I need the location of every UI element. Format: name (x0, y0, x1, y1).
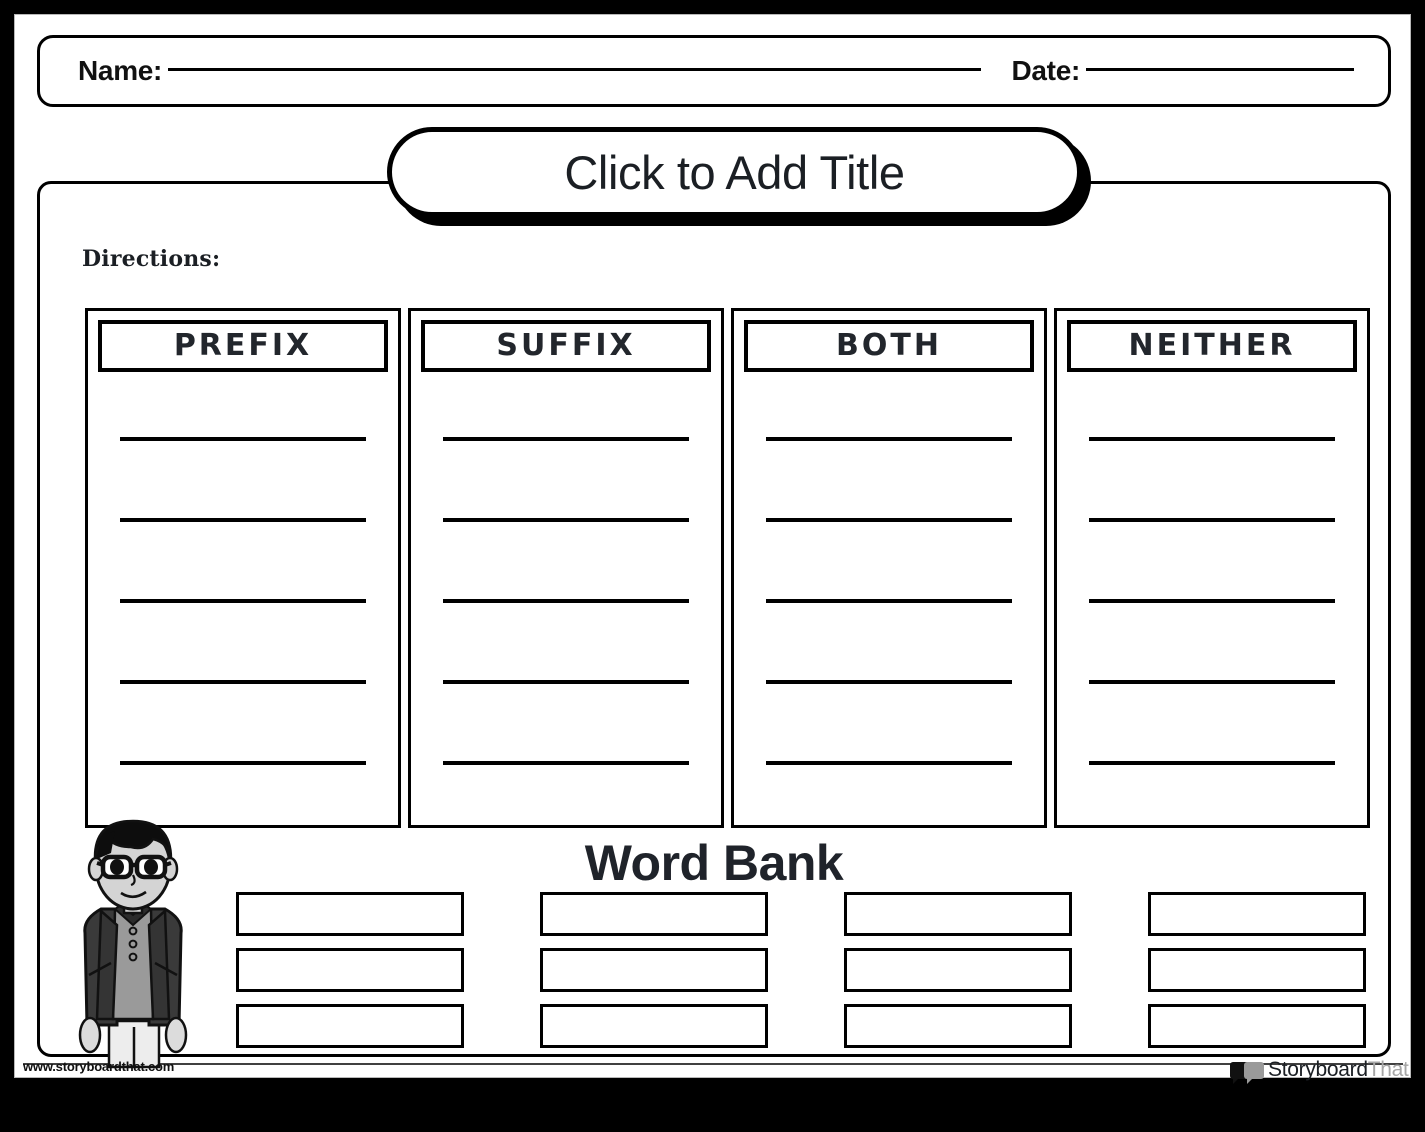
answer-line[interactable] (443, 518, 689, 523)
word-bank-box[interactable] (844, 948, 1072, 992)
brand-name-primary: Storyboard (1268, 1058, 1368, 1081)
word-bank-box[interactable] (1148, 892, 1366, 936)
word-bank-box[interactable] (236, 1004, 464, 1048)
category-header-box: SUFFIX (421, 320, 711, 372)
word-bank-box[interactable] (540, 1004, 768, 1048)
answer-line[interactable] (1089, 598, 1335, 603)
worksheet-sheet: Name: Date: Click to Add Title Direction… (14, 14, 1411, 1084)
word-bank-box[interactable] (540, 948, 768, 992)
word-bank-title: Word Bank (584, 835, 844, 891)
word-bank-column (1148, 892, 1366, 1048)
directions-label: Directions: (82, 246, 221, 272)
word-bank-grid (236, 892, 1366, 1048)
answer-line[interactable] (443, 679, 689, 684)
speech-bubble-grey-icon (1244, 1061, 1264, 1084)
answer-line[interactable] (120, 598, 366, 603)
answer-line[interactable] (766, 598, 1012, 603)
category-header-box: PREFIX (98, 320, 388, 372)
category-answer-lines (734, 399, 1044, 803)
word-bank-column (236, 892, 464, 1048)
category-header-box: NEITHER (1067, 320, 1357, 372)
word-bank-box[interactable] (236, 892, 464, 936)
date-label: Date: (1011, 55, 1080, 86)
answer-line[interactable] (766, 518, 1012, 523)
category-answer-lines (1057, 399, 1367, 803)
name-label: Name: (78, 55, 163, 86)
footer-divider (23, 1063, 1403, 1065)
category-column-neither[interactable]: NEITHER (1054, 308, 1370, 828)
title-placeholder-text: Click to Add Title (564, 145, 905, 199)
category-header-label: BOTH (836, 328, 942, 363)
word-bank-column (540, 892, 768, 1048)
answer-line[interactable] (766, 760, 1012, 765)
storyboardthat-logo[interactable]: Storyboard That (1230, 1055, 1409, 1085)
word-bank-box[interactable] (844, 892, 1072, 936)
answer-line[interactable] (766, 437, 1012, 442)
category-column-suffix[interactable]: SUFFIX (408, 308, 724, 828)
answer-line[interactable] (443, 760, 689, 765)
answer-line[interactable] (120, 679, 366, 684)
category-header-label: SUFFIX (496, 328, 636, 363)
category-columns: PREFIX SUFFIX BOTH NEITHER (85, 308, 1370, 828)
answer-line[interactable] (1089, 760, 1335, 765)
date-input-line[interactable] (1086, 67, 1354, 71)
answer-line[interactable] (120, 437, 366, 442)
title-pill[interactable]: Click to Add Title (387, 127, 1082, 217)
word-bank-column (844, 892, 1072, 1048)
category-answer-lines (411, 399, 721, 803)
answer-line[interactable] (1089, 518, 1335, 523)
worksheet-page: Name: Date: Click to Add Title Direction… (0, 0, 1425, 1132)
category-column-both[interactable]: BOTH (731, 308, 1047, 828)
answer-line[interactable] (443, 437, 689, 442)
answer-line[interactable] (120, 518, 366, 523)
word-bank-box[interactable] (540, 892, 768, 936)
worksheet-body: Directions: PREFIX SUFFIX BOTH NEITHER W… (37, 181, 1391, 1057)
brand-name-secondary: That (1367, 1058, 1409, 1081)
category-column-prefix[interactable]: PREFIX (85, 308, 401, 828)
word-bank-box[interactable] (236, 948, 464, 992)
word-bank-box[interactable] (1148, 948, 1366, 992)
student-character-illustration (53, 813, 213, 1075)
title-container[interactable]: Click to Add Title (387, 127, 1099, 231)
answer-line[interactable] (120, 760, 366, 765)
site-watermark: www.storyboardthat.com (23, 1059, 175, 1074)
word-bank-box[interactable] (844, 1004, 1072, 1048)
category-header-label: PREFIX (173, 328, 313, 363)
category-header-box: BOTH (744, 320, 1034, 372)
word-bank-box[interactable] (1148, 1004, 1366, 1048)
answer-line[interactable] (1089, 679, 1335, 684)
category-header-label: NEITHER (1128, 328, 1296, 363)
answer-line[interactable] (443, 598, 689, 603)
answer-line[interactable] (1089, 437, 1335, 442)
name-input-line[interactable] (168, 67, 982, 71)
name-date-bar: Name: Date: (37, 35, 1391, 107)
answer-line[interactable] (766, 679, 1012, 684)
category-answer-lines (88, 399, 398, 803)
